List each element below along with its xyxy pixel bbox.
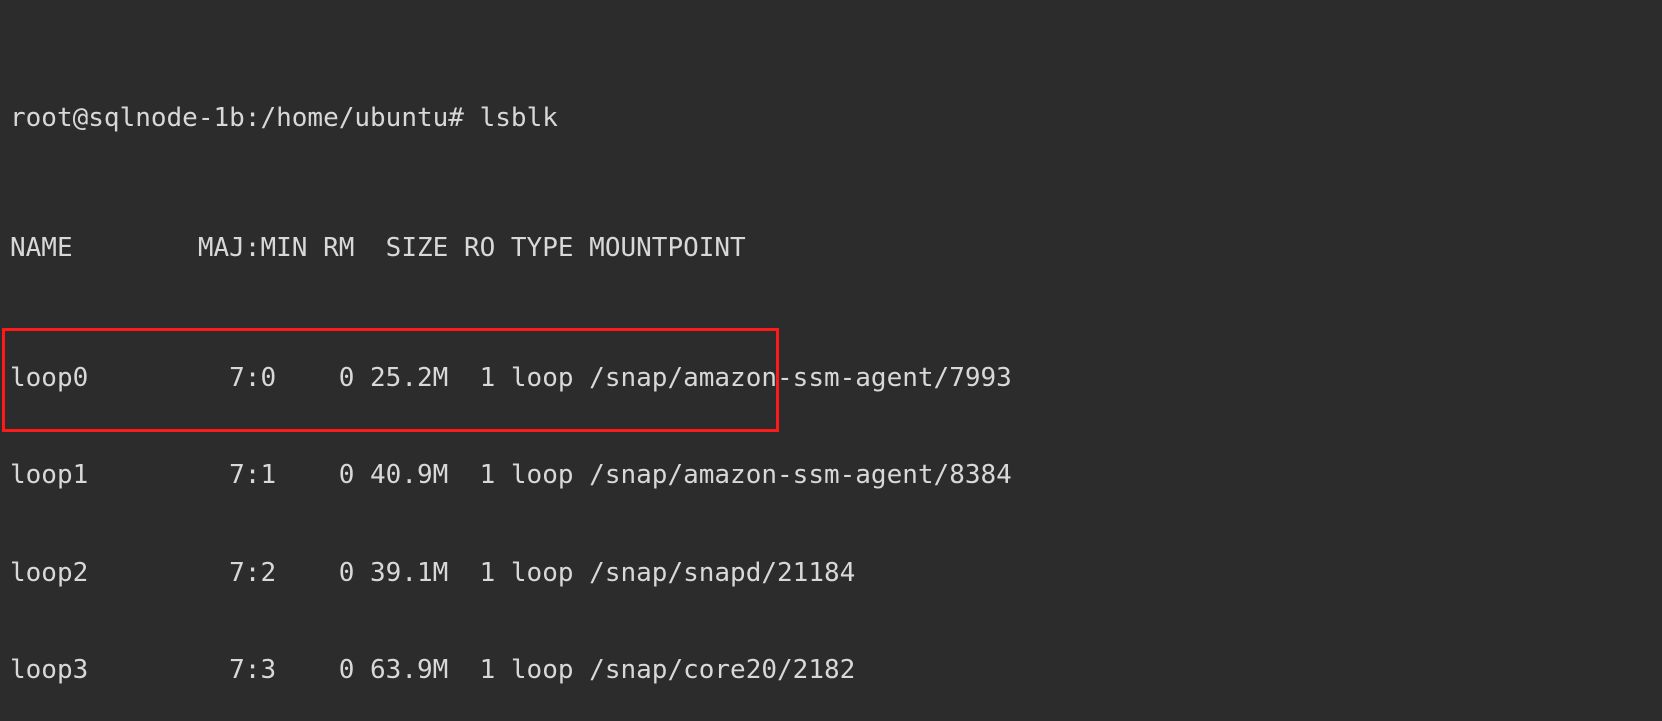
lsblk-row: loop3 7:3 0 63.9M 1 loop /snap/core20/21… — [10, 654, 1652, 687]
lsblk-row: loop0 7:0 0 25.2M 1 loop /snap/amazon-ss… — [10, 362, 1652, 395]
command-text: lsblk — [480, 103, 558, 133]
shell-prompt: root@sqlnode-1b:/home/ubuntu# — [10, 103, 480, 133]
lsblk-row: loop2 7:2 0 39.1M 1 loop /snap/snapd/211… — [10, 557, 1652, 590]
lsblk-header: NAME MAJ:MIN RM SIZE RO TYPE MOUNTPOINT — [10, 232, 1652, 265]
lsblk-row: loop1 7:1 0 40.9M 1 loop /snap/amazon-ss… — [10, 459, 1652, 492]
prompt-line-1: root@sqlnode-1b:/home/ubuntu# lsblk — [10, 102, 1652, 135]
terminal-window[interactable]: root@sqlnode-1b:/home/ubuntu# lsblk NAME… — [0, 0, 1662, 721]
